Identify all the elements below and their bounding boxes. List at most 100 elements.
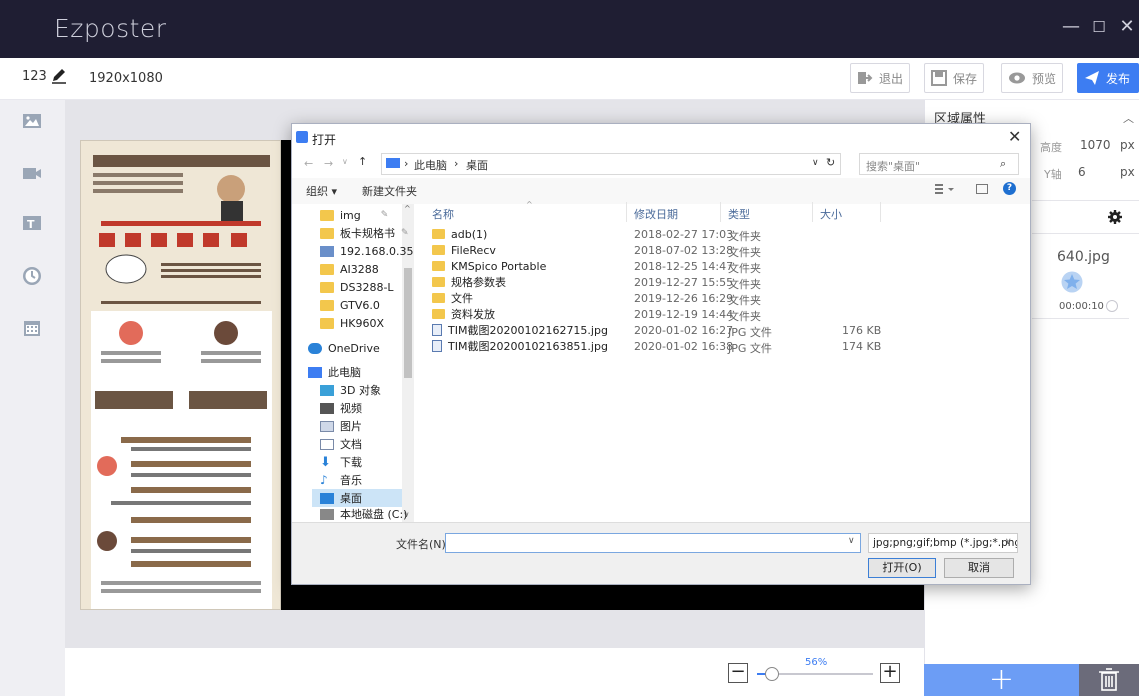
- send-icon: [1085, 71, 1099, 85]
- column-divider: [720, 202, 721, 222]
- nav-item-selected[interactable]: 桌面: [312, 489, 402, 507]
- height-value[interactable]: 1070: [1080, 138, 1111, 152]
- nav-item[interactable]: 图片: [320, 417, 362, 435]
- gear-icon[interactable]: [1108, 210, 1122, 227]
- music-icon: ♪: [320, 472, 328, 487]
- refresh-icon[interactable]: ↻: [826, 156, 835, 169]
- chevron-down-icon[interactable]: ∨: [1005, 537, 1012, 547]
- nav-item[interactable]: ⬇ 下载: [320, 453, 362, 471]
- y-value[interactable]: 6: [1078, 165, 1086, 179]
- preview-label: 预览: [1032, 71, 1057, 86]
- exit-button[interactable]: 退出: [850, 63, 911, 93]
- folder-icon: [432, 277, 445, 287]
- column-divider: [812, 202, 813, 222]
- delete-button[interactable]: [1079, 664, 1139, 696]
- file-row[interactable]: TIM截图20200102162715.jpg: [432, 322, 608, 338]
- clock-icon: [1106, 300, 1118, 312]
- nav-scrollbar-thumb[interactable]: [404, 268, 412, 378]
- help-icon[interactable]: ?: [1003, 182, 1016, 195]
- column-name[interactable]: 名称: [432, 206, 454, 222]
- nav-item[interactable]: GTV6.0: [320, 296, 380, 314]
- height-unit: px: [1120, 138, 1135, 152]
- file-row[interactable]: TIM截图20200102163851.jpg: [432, 338, 608, 354]
- recent-dropdown-icon[interactable]: ∨: [342, 157, 348, 166]
- nav-item[interactable]: 本地磁盘 (C:): [320, 507, 407, 521]
- search-icon: ⌕: [1000, 157, 1007, 170]
- up-arrow-icon[interactable]: ↑: [358, 155, 367, 168]
- nav-item[interactable]: 板卡规格书 ✎: [320, 224, 409, 242]
- nav-item[interactable]: img ✎: [320, 206, 388, 224]
- nav-item[interactable]: AI3288: [320, 260, 379, 278]
- file-date: 2020-01-02 16:38: [634, 340, 734, 353]
- chevron-down-icon[interactable]: ∨: [848, 536, 855, 546]
- file-row[interactable]: adb(1): [432, 226, 487, 242]
- folder-icon: [320, 317, 334, 329]
- breadcrumb-desktop[interactable]: 桌面: [466, 157, 488, 173]
- project-name: 123: [22, 69, 47, 84]
- file-row[interactable]: 文件: [432, 290, 473, 306]
- video-icon[interactable]: [22, 164, 44, 186]
- nav-item[interactable]: 此电脑: [308, 363, 361, 381]
- text-icon[interactable]: T: [22, 214, 44, 236]
- close-button[interactable]: ✕: [1116, 18, 1138, 36]
- trash-icon: [1099, 668, 1119, 691]
- pin-icon: ✎: [401, 228, 409, 238]
- new-folder-button[interactable]: 新建文件夹: [362, 183, 417, 199]
- file-date: 2019-12-19 14:44: [634, 308, 734, 321]
- filename-input[interactable]: ∨: [445, 533, 861, 553]
- breadcrumb-this-pc[interactable]: 此电脑: [414, 157, 447, 173]
- add-button[interactable]: +: [924, 664, 1079, 696]
- forward-arrow-icon[interactable]: →: [324, 157, 333, 170]
- preview-button[interactable]: 预览: [1001, 63, 1064, 93]
- maximize-button[interactable]: ☐: [1088, 18, 1110, 36]
- column-size[interactable]: 大小: [820, 206, 842, 222]
- nav-item[interactable]: 192.168.0.35: [320, 242, 413, 260]
- preview-pane-icon[interactable]: [976, 184, 988, 194]
- minimize-button[interactable]: —: [1060, 18, 1082, 36]
- zoom-out-button[interactable]: −: [728, 663, 748, 683]
- save-button[interactable]: 保存: [924, 63, 985, 93]
- organize-menu[interactable]: 组织 ▾: [306, 183, 337, 199]
- edit-icon[interactable]: [50, 66, 68, 87]
- nav-item[interactable]: DS3288-L: [320, 278, 394, 296]
- open-button[interactable]: 打开(O): [868, 558, 936, 578]
- file-row[interactable]: 规格参数表: [432, 274, 506, 290]
- height-label: 高度: [1040, 141, 1062, 154]
- publish-button[interactable]: 发布: [1077, 63, 1139, 93]
- search-input[interactable]: 搜索"桌面" ⌕: [859, 153, 1019, 175]
- clock-icon[interactable]: [22, 266, 44, 288]
- open-file-dialog: 打开 ✕ ← → ∨ ↑ › 此电脑 › 桌面 ∨ ↻ 搜索"桌面" ⌕ 组织 …: [291, 123, 1031, 585]
- title-bar: [0, 0, 1139, 58]
- column-date[interactable]: 修改日期: [634, 206, 678, 222]
- file-row[interactable]: 资料发放: [432, 306, 495, 322]
- file-row[interactable]: KMSpico Portable: [432, 258, 546, 274]
- save-icon: [931, 70, 947, 86]
- nav-item[interactable]: HK960X: [320, 314, 384, 332]
- nav-item[interactable]: 文档: [320, 435, 362, 453]
- address-bar[interactable]: › 此电脑 › 桌面 ∨ ↻: [381, 153, 841, 175]
- poster-image[interactable]: [80, 140, 281, 610]
- calendar-icon[interactable]: [22, 318, 44, 340]
- file-date: 2020-01-02 16:27: [634, 324, 734, 337]
- zoom-slider-thumb[interactable]: [765, 667, 779, 681]
- file-date: 2018-12-25 14:47: [634, 260, 734, 273]
- scroll-up-icon[interactable]: ^: [404, 204, 411, 213]
- view-options-icon[interactable]: [934, 182, 956, 196]
- file-row[interactable]: FileRecv: [432, 242, 496, 258]
- address-dropdown-icon[interactable]: ∨: [812, 158, 819, 168]
- file-type-filter[interactable]: jpg;png;gif;bmp (*.jpg;*.png;: [868, 533, 1018, 553]
- image-icon[interactable]: [22, 112, 44, 134]
- back-arrow-icon[interactable]: ←: [304, 157, 313, 170]
- nav-item[interactable]: OneDrive: [308, 339, 380, 357]
- chevron-up-icon[interactable]: ︿: [1123, 110, 1134, 126]
- nav-item[interactable]: 视频: [320, 399, 362, 417]
- app-icon: [296, 131, 308, 143]
- cube-icon: [320, 384, 334, 396]
- dialog-close-icon[interactable]: ✕: [1008, 127, 1021, 146]
- nav-item[interactable]: ♪ 音乐: [320, 471, 362, 489]
- file-type: 文件夹: [728, 278, 761, 291]
- column-type[interactable]: 类型: [728, 206, 750, 222]
- zoom-in-button[interactable]: +: [880, 663, 900, 683]
- nav-item[interactable]: 3D 对象: [320, 381, 381, 399]
- cancel-button[interactable]: 取消: [944, 558, 1014, 578]
